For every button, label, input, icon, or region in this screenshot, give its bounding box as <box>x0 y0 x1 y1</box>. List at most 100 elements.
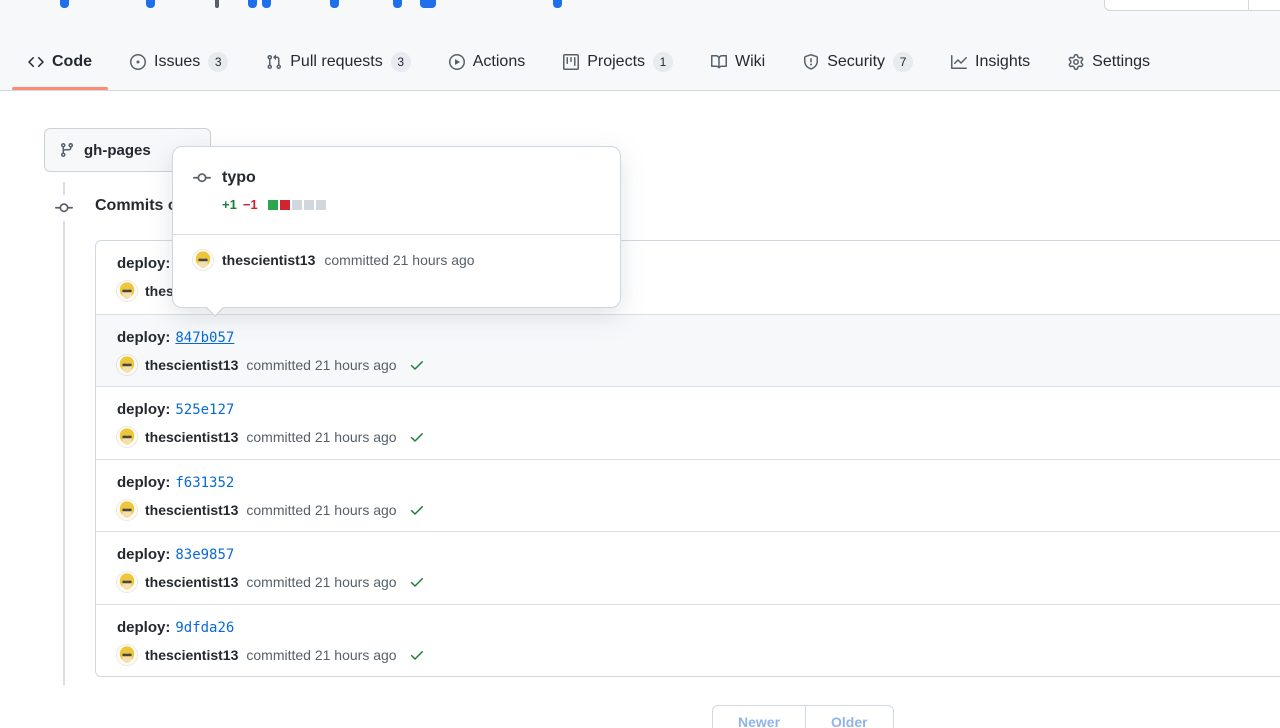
commit-author-link[interactable]: thescientist13 <box>145 502 238 518</box>
branch-name: gh-pages <box>84 142 151 159</box>
commit-time: committed 21 hours ago <box>246 647 396 663</box>
hovercard-caret <box>205 305 225 315</box>
avatar <box>193 250 213 270</box>
hovercard-diffstat: +1 −1 <box>222 197 600 212</box>
avatar[interactable] <box>117 645 137 665</box>
code-icon <box>28 54 44 70</box>
breadcrumb-fragment <box>262 0 271 8</box>
diffstat-square-neutral <box>292 200 302 210</box>
newer-button[interactable]: Newer <box>712 705 806 728</box>
hovercard-author: thescientist13 <box>222 252 315 268</box>
deletions-count: −1 <box>243 197 258 212</box>
repo-actions-clipped-button[interactable] <box>1104 0 1280 11</box>
breadcrumb-fragment <box>215 0 219 8</box>
tab-label: Actions <box>473 53 525 71</box>
repo-header: Code Issues 3 Pull requests 3 Actions Pr… <box>0 0 1280 91</box>
commit-author-link[interactable]: thescientist13 <box>145 647 238 663</box>
avatar[interactable] <box>117 500 137 520</box>
tab-projects[interactable]: Projects 1 <box>547 34 689 90</box>
breadcrumb-fragment <box>420 0 436 8</box>
book-icon <box>711 54 727 70</box>
checks-passed-icon[interactable] <box>409 647 425 663</box>
diffstat-square-neutral <box>304 200 314 210</box>
tab-label: Settings <box>1092 53 1150 71</box>
commit-hash-link[interactable]: 83e9857 <box>175 547 234 563</box>
gear-icon <box>1068 54 1084 70</box>
tab-label: Wiki <box>735 53 765 71</box>
tab-insights[interactable]: Insights <box>935 34 1046 90</box>
tab-count-badge: 7 <box>893 52 913 72</box>
diffstat-squares <box>268 200 326 210</box>
hovercard-commit-time: committed 21 hours ago <box>324 252 474 268</box>
commit-time: committed 21 hours ago <box>246 429 396 445</box>
breadcrumb-fragment <box>248 0 257 8</box>
additions-count: +1 <box>222 197 237 212</box>
tab-settings[interactable]: Settings <box>1052 34 1166 90</box>
repo-nav: Code Issues 3 Pull requests 3 Actions Pr… <box>12 34 1172 90</box>
issue-opened-icon <box>130 54 146 70</box>
commit-hovercard: typo +1 −1 thescientist13 committed 21 h… <box>172 146 621 308</box>
tab-count-badge: 3 <box>208 52 228 72</box>
breadcrumb-fragment <box>553 0 562 8</box>
commit-row: deploy: f631352 thescientist13 committed … <box>96 459 1280 532</box>
tab-label: Security <box>827 53 885 71</box>
tab-count-badge: 1 <box>653 52 673 72</box>
checks-passed-icon[interactable] <box>409 357 425 373</box>
commit-message: deploy: <box>117 255 170 272</box>
avatar[interactable] <box>117 427 137 447</box>
play-icon <box>449 54 465 70</box>
tab-label: Code <box>52 53 92 71</box>
checks-passed-icon[interactable] <box>409 574 425 590</box>
avatar[interactable] <box>117 355 137 375</box>
commit-time: committed 21 hours ago <box>246 502 396 518</box>
commit-hash-link[interactable]: f631352 <box>175 475 234 491</box>
tab-count-badge: 3 <box>391 52 411 72</box>
tab-code[interactable]: Code <box>12 34 108 90</box>
button-divider <box>1248 0 1249 10</box>
tab-wiki[interactable]: Wiki <box>695 34 781 90</box>
tab-label: Insights <box>975 53 1030 71</box>
commit-message: deploy: <box>117 401 170 418</box>
graph-icon <box>951 54 967 70</box>
diffstat-square-del <box>280 200 290 210</box>
older-button[interactable]: Older <box>805 705 894 728</box>
tab-pull-requests[interactable]: Pull requests 3 <box>250 34 427 90</box>
git-pull-request-icon <box>266 54 282 70</box>
tab-security[interactable]: Security 7 <box>787 34 929 90</box>
commit-message: deploy: <box>117 546 170 563</box>
tab-issues[interactable]: Issues 3 <box>114 34 244 90</box>
commit-row: deploy:847b057 thescientist13 committed … <box>96 314 1280 387</box>
git-commit-icon <box>193 169 211 187</box>
commit-author-link[interactable]: thescientist13 <box>145 429 238 445</box>
checks-passed-icon[interactable] <box>409 429 425 445</box>
git-commit-icon <box>51 195 77 221</box>
breadcrumb-fragment <box>60 0 69 8</box>
commit-hash-link[interactable]: 847b057 <box>175 330 234 346</box>
hovercard-commit-title: typo <box>222 169 256 187</box>
breadcrumb-fragment <box>330 0 339 8</box>
pagination: Newer Older <box>712 705 894 728</box>
shield-icon <box>803 54 819 70</box>
avatar[interactable] <box>117 281 137 301</box>
commit-message: deploy: <box>117 329 170 346</box>
commit-row: deploy: 9dfda26 thescientist13 committed … <box>96 604 1280 677</box>
diffstat-square-add <box>268 200 278 210</box>
checks-passed-icon[interactable] <box>409 502 425 518</box>
commit-hash-link[interactable]: 9dfda26 <box>175 620 234 636</box>
tab-label: Pull requests <box>290 53 383 71</box>
avatar[interactable] <box>117 572 137 592</box>
commit-row: deploy: 525e127 thescientist13 committed … <box>96 386 1280 459</box>
commit-row: deploy: 83e9857 thescientist13 committed … <box>96 531 1280 604</box>
commit-hash-link[interactable]: 525e127 <box>175 402 234 418</box>
commit-time: committed 21 hours ago <box>246 574 396 590</box>
commit-author-link[interactable]: thescientist13 <box>145 574 238 590</box>
tab-label: Projects <box>587 53 645 71</box>
breadcrumb-fragment <box>393 0 402 8</box>
timeline-line <box>63 182 65 685</box>
tab-actions[interactable]: Actions <box>433 34 541 90</box>
commit-message: deploy: <box>117 474 170 491</box>
commit-author-link[interactable]: thescientist13 <box>145 357 238 373</box>
commit-message: deploy: <box>117 619 170 636</box>
table-icon <box>563 54 579 70</box>
tab-label: Issues <box>154 53 200 71</box>
